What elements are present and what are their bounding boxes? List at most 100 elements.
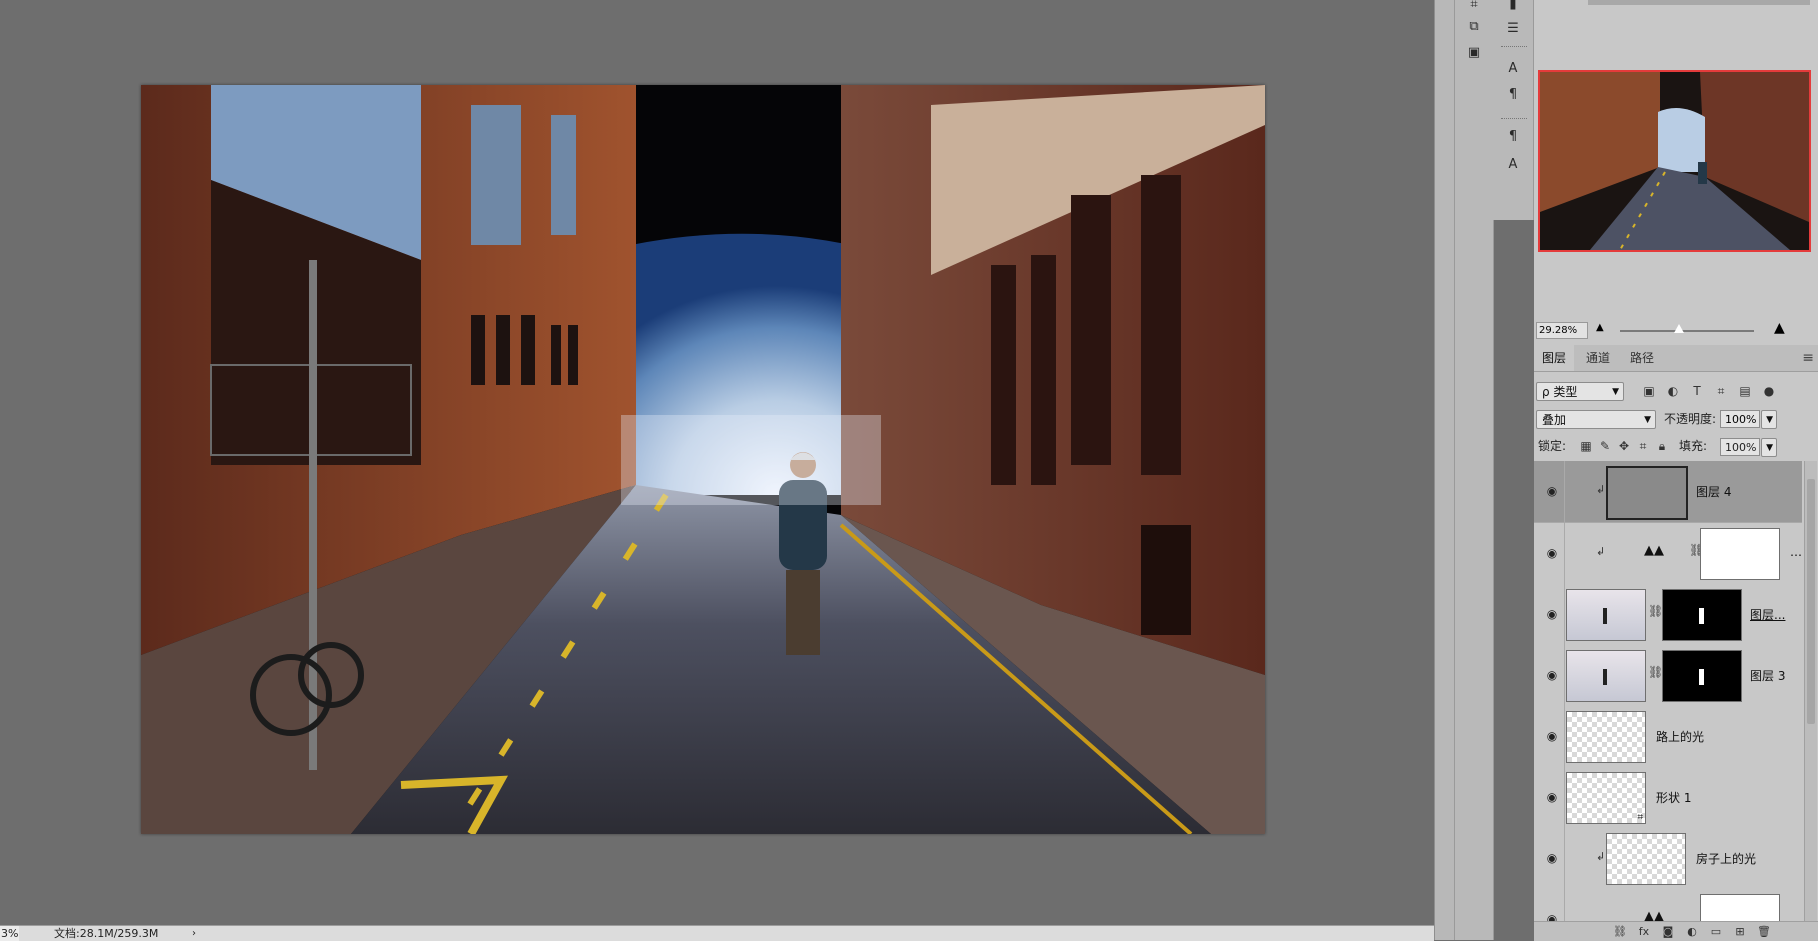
layer-name[interactable]: 形状 1 xyxy=(1656,789,1691,806)
layer-mask-thumbnail[interactable] xyxy=(1700,894,1780,921)
layer-thumbnail[interactable] xyxy=(1566,589,1646,641)
layer-row[interactable]: ◉ ⛓︎ 图层... xyxy=(1534,584,1802,646)
street-photo-composite xyxy=(141,85,1265,834)
navigator-zoom-slider[interactable] xyxy=(1620,330,1754,332)
link-layers-icon[interactable]: ⛓︎ xyxy=(1612,924,1628,939)
tab-paths[interactable]: 路径 xyxy=(1622,345,1662,371)
eye-icon[interactable]: ◉ xyxy=(1544,483,1560,499)
clipboard-icon[interactable]: ▮ xyxy=(1502,0,1524,14)
new-layer-icon[interactable]: ⊞ xyxy=(1732,924,1748,939)
chain-link-icon[interactable]: ⛓︎ xyxy=(1648,604,1663,618)
eye-icon[interactable]: ◉ xyxy=(1544,728,1560,744)
layer-thumbnail[interactable]: ⌗ xyxy=(1566,772,1646,824)
fx-icon[interactable]: fx xyxy=(1636,924,1652,939)
pixel-filter-icon[interactable]: ▣ xyxy=(1641,383,1657,399)
eye-column-divider xyxy=(1564,767,1565,828)
layers-scrollbar[interactable] xyxy=(1804,461,1817,921)
eye-column-divider xyxy=(1564,828,1565,889)
zoom-in-icon[interactable]: ▲ xyxy=(1774,320,1785,336)
properties-icon[interactable]: ☰ xyxy=(1502,20,1524,38)
lock-transparent-icon[interactable]: ▦ xyxy=(1578,438,1594,454)
document-info[interactable]: 文档:28.1M/259.3M xyxy=(54,926,158,941)
chain-link-icon[interactable]: ⛓︎ xyxy=(1648,665,1663,679)
zoom-slider-knob[interactable] xyxy=(1674,324,1684,333)
eye-column-divider xyxy=(1564,523,1565,584)
tab-channels[interactable]: 通道 xyxy=(1578,345,1618,371)
navigator-zoom-input[interactable] xyxy=(1536,322,1588,339)
opacity-dropdown[interactable]: ▼ xyxy=(1761,410,1777,429)
tab-layers[interactable]: 图层 xyxy=(1534,345,1575,371)
layer-row[interactable]: ◉ ⛓︎ 图层 3 xyxy=(1534,645,1802,707)
layer-mask-thumbnail[interactable] xyxy=(1662,650,1742,702)
layer-row[interactable]: ◉ ↲ 房子上的光 xyxy=(1534,828,1802,890)
eye-icon[interactable]: ◉ xyxy=(1544,545,1560,561)
lock-move-icon[interactable]: ✥ xyxy=(1616,438,1632,454)
mask-silhouette xyxy=(1699,608,1704,624)
zoom-level[interactable]: 3% xyxy=(0,926,19,941)
smart-object-filter-icon[interactable]: ▤ xyxy=(1737,383,1753,399)
layer-name[interactable]: 路上的光 xyxy=(1656,728,1704,745)
layer-name[interactable]: 图层 4 xyxy=(1696,483,1731,500)
navigator-thumbnail[interactable] xyxy=(1538,70,1811,252)
adjustment-filter-icon[interactable]: ◐ xyxy=(1665,383,1681,399)
layer-row[interactable]: ◉ ↲ ▲▲ ⛓︎ … xyxy=(1534,523,1802,585)
layer-mask-thumbnail[interactable] xyxy=(1700,528,1780,580)
trash-icon[interactable]: 🗑︎ xyxy=(1756,924,1772,939)
lock-all-icon[interactable]: 🔒︎ xyxy=(1654,438,1670,454)
zoom-out-icon[interactable]: ▲ xyxy=(1596,322,1604,333)
layer-thumbnail[interactable] xyxy=(1566,650,1646,702)
clone-source-icon[interactable]: ⧉ xyxy=(1463,18,1485,36)
chevron-down-icon: ▼ xyxy=(1644,415,1651,425)
new-group-icon[interactable]: ▭ xyxy=(1708,924,1724,939)
paragraph-icon[interactable]: ¶ xyxy=(1502,86,1524,104)
layer-thumbnail[interactable] xyxy=(1566,711,1646,763)
fill-input[interactable]: 100% xyxy=(1720,438,1760,456)
add-mask-icon[interactable]: ◙ xyxy=(1660,924,1676,939)
lock-artboard-icon[interactable]: ⌗ xyxy=(1635,438,1651,454)
paragraph-style-icon[interactable]: ¶ xyxy=(1502,128,1524,146)
layers-scrollbar-thumb[interactable] xyxy=(1807,479,1815,724)
lock-brush-icon[interactable]: ✎ xyxy=(1597,438,1613,454)
layer-row[interactable]: ◉ 路上的光 xyxy=(1534,706,1802,768)
layer-thumbnail[interactable] xyxy=(1606,466,1688,520)
character-icon[interactable]: A xyxy=(1502,60,1524,78)
eye-icon[interactable]: ◉ xyxy=(1544,606,1560,622)
panel-menu-icon[interactable]: ≡ xyxy=(1802,345,1814,371)
levels-adjustment-icon[interactable]: ▲▲ xyxy=(1644,543,1664,558)
layer-name[interactable]: 房子上的光 xyxy=(1696,850,1756,867)
dock-separator xyxy=(1501,118,1527,121)
chevron-down-icon: ▼ xyxy=(1766,443,1773,453)
filter-toggle-icon[interactable]: ● xyxy=(1761,383,1777,399)
layer-name[interactable]: 图层... xyxy=(1750,606,1785,623)
layer-name[interactable]: … xyxy=(1790,545,1802,559)
history-icon[interactable]: ⌗ xyxy=(1463,0,1485,14)
layer-filter-select[interactable]: ρ 类型 ▼ xyxy=(1536,382,1624,401)
character-style-icon[interactable]: A xyxy=(1502,156,1524,174)
layer-mask-thumbnail[interactable] xyxy=(1662,589,1742,641)
new-adjustment-icon[interactable]: ◐ xyxy=(1684,924,1700,939)
eye-icon[interactable]: ◉ xyxy=(1544,850,1560,866)
canvas-area[interactable] xyxy=(0,0,1434,925)
clip-arrow-icon: ↲ xyxy=(1596,545,1606,558)
eye-icon[interactable]: ◉ xyxy=(1544,667,1560,683)
layer-thumbnail[interactable] xyxy=(1606,833,1686,885)
shape-filter-icon[interactable]: ⌗ xyxy=(1713,383,1729,399)
measurement-icon[interactable]: ▣ xyxy=(1463,44,1485,62)
status-menu-arrow[interactable]: › xyxy=(192,926,196,941)
document-canvas[interactable] xyxy=(141,85,1265,834)
navigator-header xyxy=(1534,0,1818,55)
layer-row[interactable]: ◉ ↲ 图层 4 xyxy=(1534,461,1802,523)
layer-name[interactable]: 图层 3 xyxy=(1750,667,1785,684)
opacity-input[interactable]: 100% xyxy=(1720,410,1760,428)
type-filter-icon[interactable]: T xyxy=(1689,383,1705,399)
fill-dropdown[interactable]: ▼ xyxy=(1761,438,1777,457)
blend-mode-select[interactable]: 叠加 ▼ xyxy=(1536,410,1656,429)
panel-gutter xyxy=(1434,0,1455,940)
layer-row[interactable]: ◉ ⌗ 形状 1 xyxy=(1534,767,1802,829)
layers-bottom-bar: ⛓︎ fx ◙ ◐ ▭ ⊞ 🗑︎ xyxy=(1534,921,1818,941)
eye-icon[interactable]: ◉ xyxy=(1544,911,1560,921)
layer-filter-label: ρ 类型 xyxy=(1542,385,1578,399)
levels-adjustment-icon[interactable]: ▲▲ xyxy=(1644,909,1664,921)
layer-row[interactable]: ◉ ▲▲ xyxy=(1534,889,1802,921)
eye-icon[interactable]: ◉ xyxy=(1544,789,1560,805)
